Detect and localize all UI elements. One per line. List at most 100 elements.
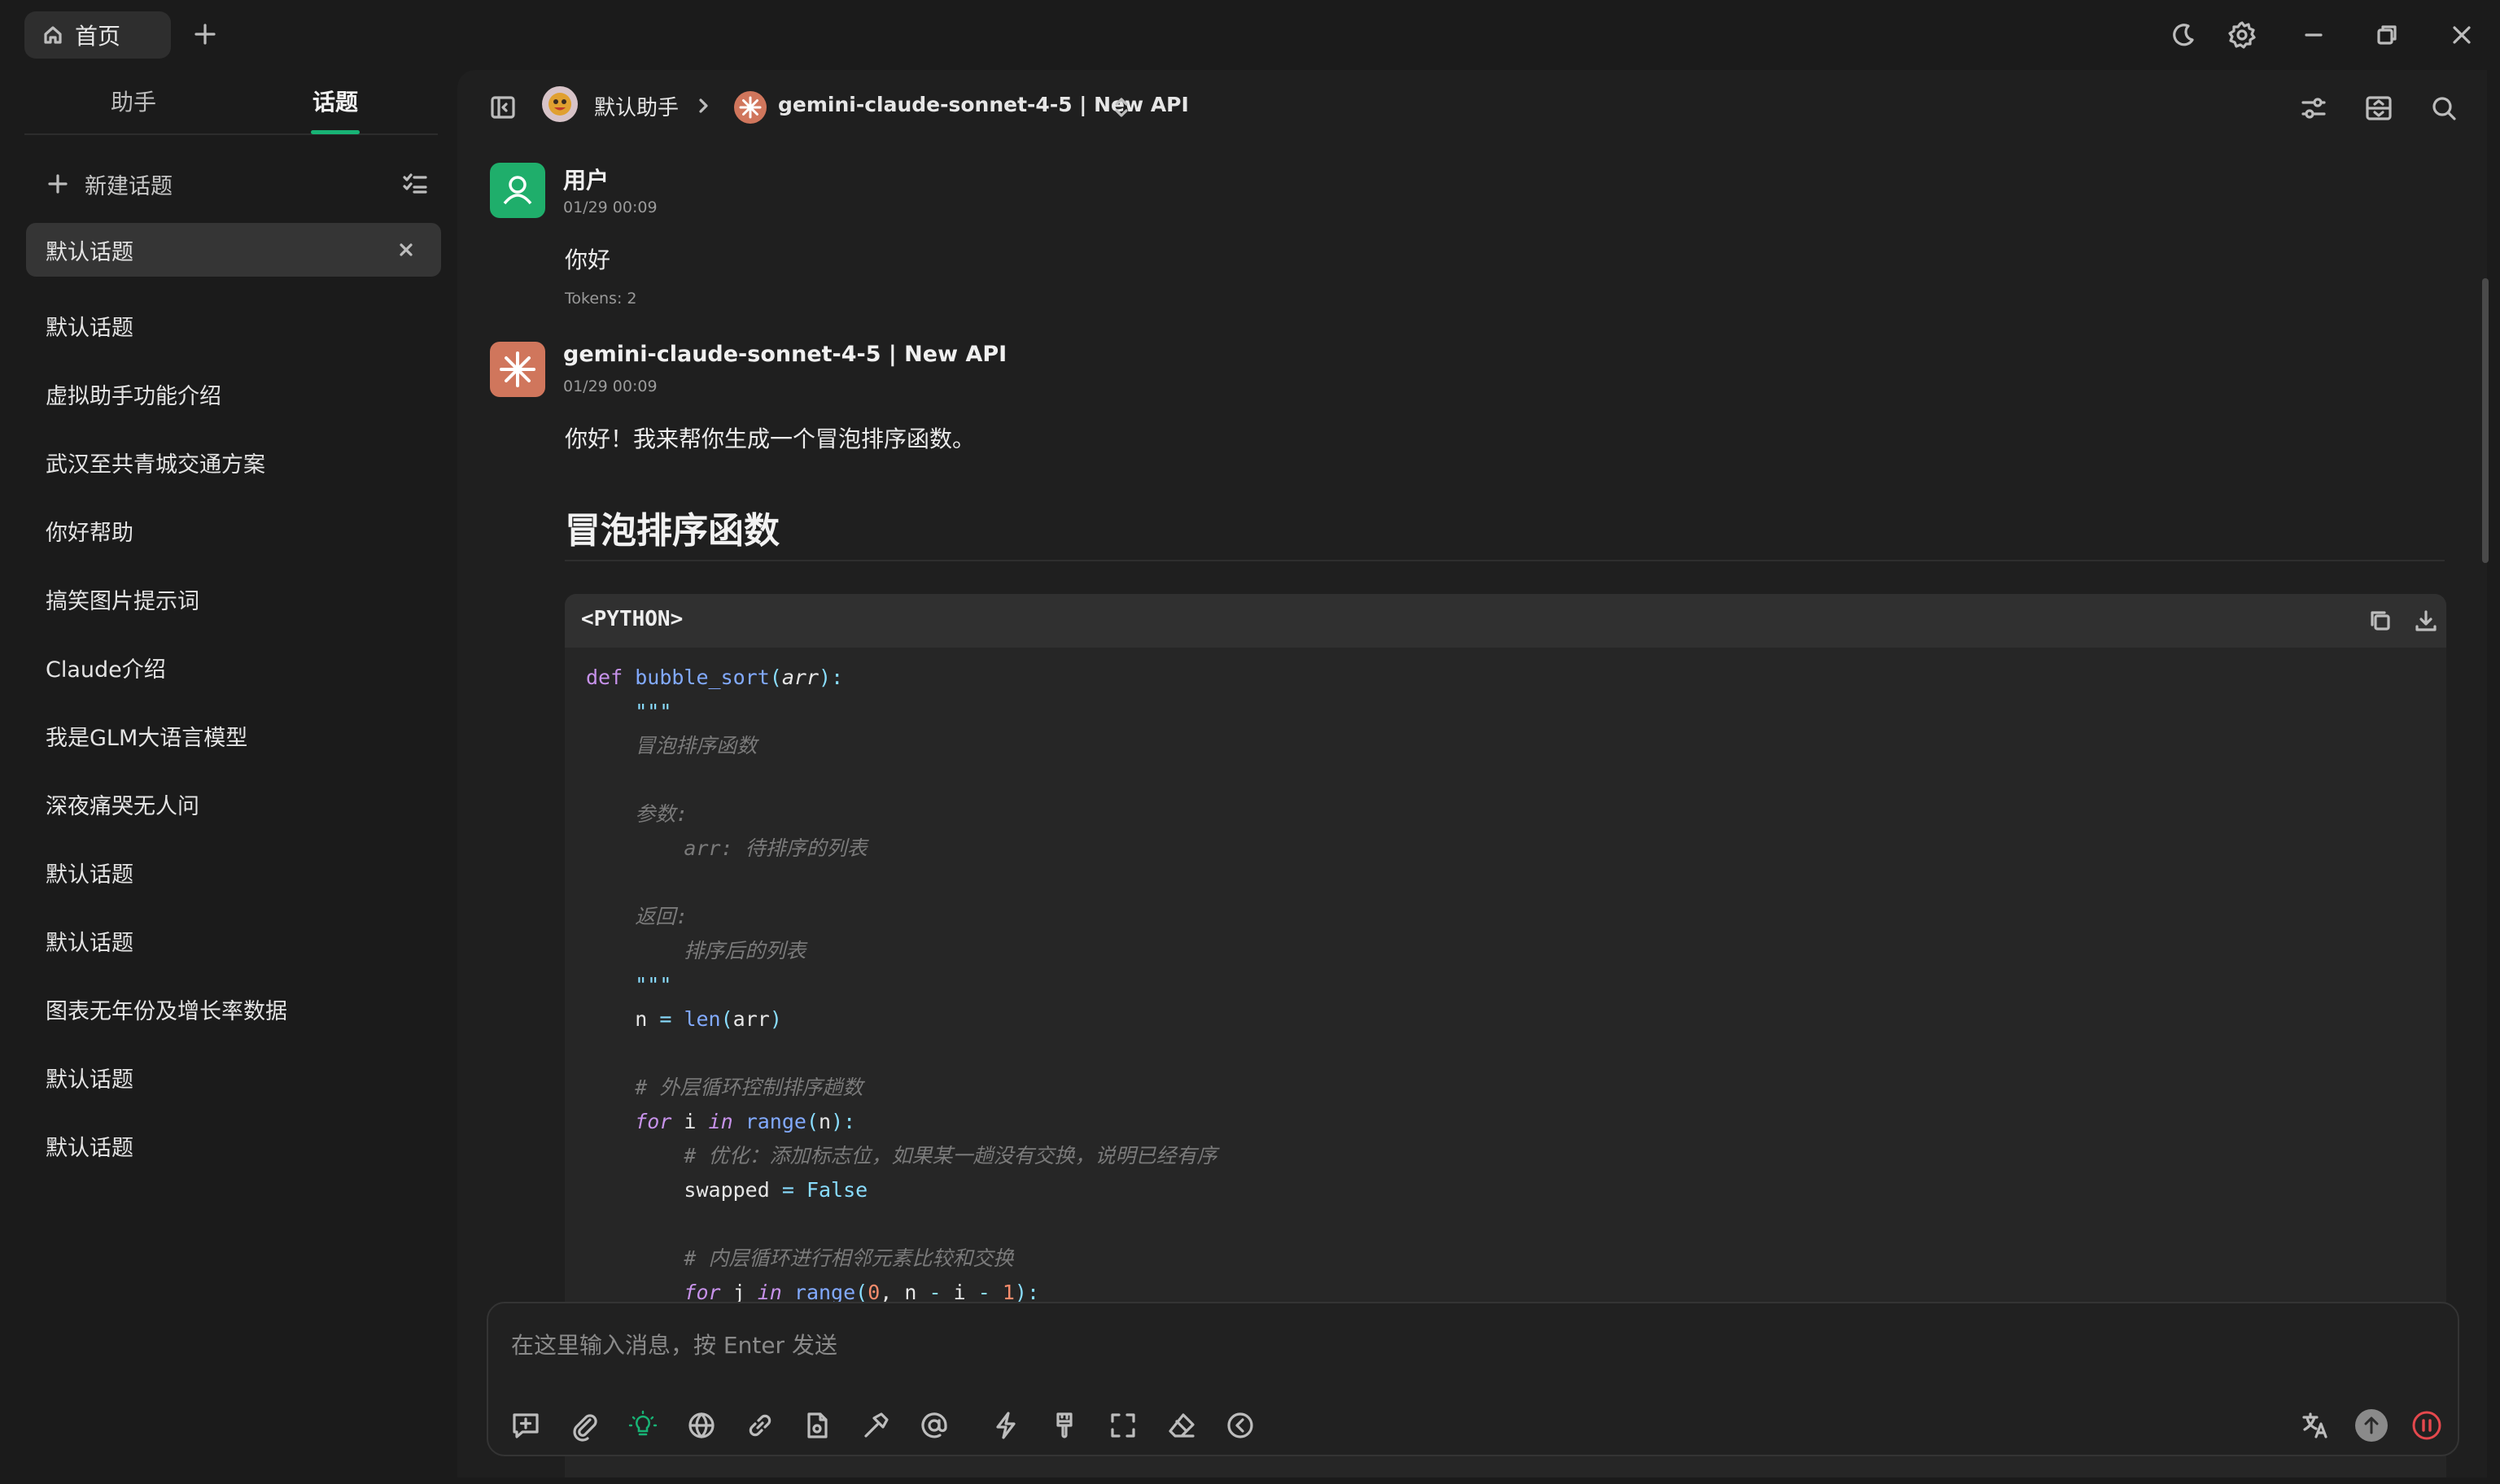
sidebar-toggle-icon[interactable] xyxy=(488,93,518,122)
topic-label: 默认话题 xyxy=(46,862,133,888)
scrollbar-thumb[interactable] xyxy=(2482,278,2489,563)
close-icon[interactable] xyxy=(2446,20,2477,50)
topic-label: 虚拟助手功能介绍 xyxy=(46,383,221,409)
chevron-right-icon xyxy=(693,96,713,116)
mention-icon[interactable] xyxy=(918,1409,951,1442)
copy-icon[interactable] xyxy=(2367,607,2394,635)
layout-icon[interactable] xyxy=(2363,93,2394,124)
answer-heading: 冒泡排序函数 xyxy=(565,510,780,552)
claude-logo-icon xyxy=(734,91,767,124)
code-line: arr: 待排序的列表 xyxy=(684,836,868,860)
close-icon[interactable] xyxy=(396,239,417,260)
eraser-icon[interactable] xyxy=(1165,1409,1198,1442)
title-bar: 首页 xyxy=(0,0,2500,70)
topic-label: 你好帮助 xyxy=(46,520,133,546)
topic-label: Claude介绍 xyxy=(46,657,166,683)
topic-item[interactable]: Claude介绍 xyxy=(26,633,441,701)
lightbulb-icon[interactable] xyxy=(627,1409,659,1442)
topic-item[interactable]: 深夜痛哭无人问 xyxy=(26,770,441,838)
code-line: def bubble_sort(arr): xyxy=(586,666,844,689)
hammer-icon[interactable] xyxy=(859,1409,892,1442)
chevron-updown-icon[interactable] xyxy=(1110,94,1133,120)
paintbrush-icon[interactable] xyxy=(1048,1409,1081,1442)
translate-icon[interactable] xyxy=(2300,1409,2332,1442)
code-line: # 内层循环进行相邻元素比较和交换 xyxy=(684,1246,1014,1270)
globe-icon[interactable] xyxy=(685,1409,718,1442)
fullscreen-icon[interactable] xyxy=(1107,1409,1139,1442)
topic-item[interactable]: 图表无年份及增长率数据 xyxy=(26,975,441,1043)
search-icon[interactable] xyxy=(2428,93,2459,124)
lightning-icon[interactable] xyxy=(990,1409,1022,1442)
chevron-left-circle-icon[interactable] xyxy=(1224,1409,1257,1442)
code-line: for i in range(n): xyxy=(635,1110,856,1133)
tabs-divider xyxy=(24,133,438,135)
topic-item[interactable]: 默认话题 xyxy=(26,1111,441,1180)
heading-divider xyxy=(565,560,2445,561)
topic-item[interactable]: 你好帮助 xyxy=(26,496,441,565)
code-line: # 优化：添加标志位，如果某一趟没有交换，说明已经有序 xyxy=(684,1144,1217,1168)
code-line: swapped = False xyxy=(586,1178,868,1202)
code-line: """ xyxy=(635,700,672,723)
plus-icon[interactable] xyxy=(190,20,220,49)
minimize-icon[interactable] xyxy=(2298,20,2329,50)
message-input[interactable]: 在这里输入消息，按 Enter 发送 xyxy=(511,1328,837,1360)
attachment-icon[interactable] xyxy=(568,1409,601,1442)
settings-sliders-icon[interactable] xyxy=(2298,93,2329,124)
checklist-icon[interactable] xyxy=(400,169,430,199)
code-line: n = len(arr) xyxy=(586,1007,782,1031)
message-text: 你好！我来帮你生成一个冒泡排序函数。 xyxy=(565,426,976,452)
moon-icon[interactable] xyxy=(2168,20,2199,50)
topic-item[interactable]: 默认话题 xyxy=(26,1043,441,1111)
stop-generation-button[interactable] xyxy=(2410,1409,2443,1442)
code-line: # 外层循环控制排序趟数 xyxy=(635,1076,863,1099)
new-topic-button[interactable]: 新建话题 xyxy=(46,164,173,203)
code-line: """ xyxy=(635,973,672,997)
code-line: 参数: xyxy=(635,802,688,826)
topic-label: 武汉至共青城交通方案 xyxy=(46,452,265,478)
topic-item[interactable]: 默认话题 xyxy=(26,838,441,906)
code-content: def bubble_sort(arr): """ 冒泡排序函数 参数: arr… xyxy=(565,648,2446,1310)
code-language: <PYTHON> xyxy=(581,607,684,631)
link-icon[interactable] xyxy=(744,1409,776,1442)
assistant-avatar[interactable] xyxy=(542,86,578,122)
message-author: gemini-claude-sonnet-4-5 | New API xyxy=(563,342,1007,367)
message-author: 用户 xyxy=(563,167,610,194)
new-topic-label: 新建话题 xyxy=(85,173,173,199)
topic-label: 搞笑图片提示词 xyxy=(46,588,199,614)
message-text: 你好 xyxy=(565,247,611,273)
topic-label: 默认话题 xyxy=(46,239,133,265)
code-line: 冒泡排序函数 xyxy=(635,734,758,757)
download-icon[interactable] xyxy=(2412,607,2440,635)
assistant-name[interactable]: 默认助手 xyxy=(594,91,679,121)
model-avatar xyxy=(490,342,545,397)
topic-list: 默认话题 默认话题 虚拟助手功能介绍 武汉至共青城交通方案 你好帮助 搞笑图片提… xyxy=(26,223,441,1180)
topic-label: 默认话题 xyxy=(46,315,133,341)
gear-icon[interactable] xyxy=(2227,20,2257,50)
tab-active-indicator xyxy=(311,130,360,134)
topic-item[interactable]: 默认话题 xyxy=(26,291,441,360)
topic-label: 我是GLM大语言模型 xyxy=(46,725,248,751)
topic-item[interactable]: 默认话题 xyxy=(26,906,441,975)
new-topic-icon[interactable] xyxy=(509,1409,542,1442)
knowledge-file-icon[interactable] xyxy=(801,1409,833,1442)
home-tab[interactable]: 首页 xyxy=(24,11,171,59)
topic-item[interactable]: 武汉至共青城交通方案 xyxy=(26,428,441,496)
tab-topics[interactable]: 话题 xyxy=(312,85,358,117)
send-button[interactable] xyxy=(2355,1409,2388,1442)
topic-item[interactable]: 默认话题 xyxy=(26,223,441,277)
home-icon xyxy=(42,24,63,46)
topic-item[interactable]: 虚拟助手功能介绍 xyxy=(26,360,441,428)
message-timestamp: 01/29 00:09 xyxy=(563,199,658,216)
topic-item[interactable]: 我是GLM大语言模型 xyxy=(26,701,441,770)
restore-icon[interactable] xyxy=(2371,20,2402,50)
topic-item[interactable]: 搞笑图片提示词 xyxy=(26,565,441,633)
topic-label: 深夜痛哭无人问 xyxy=(46,793,199,819)
tab-assistants[interactable]: 助手 xyxy=(111,85,156,117)
topic-label: 默认话题 xyxy=(46,1067,133,1093)
home-tab-label: 首页 xyxy=(75,23,121,50)
message-timestamp: 01/29 00:09 xyxy=(563,378,658,395)
